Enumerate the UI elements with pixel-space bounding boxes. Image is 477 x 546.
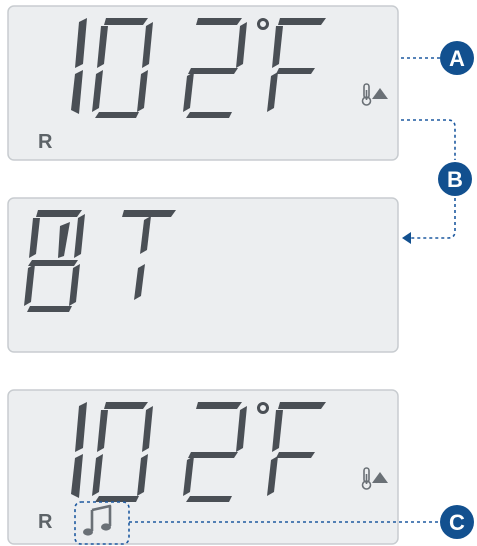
callout-c: C bbox=[440, 505, 474, 539]
callout-b: B bbox=[438, 162, 472, 196]
callout-c-label: C bbox=[449, 510, 465, 535]
callout-b-label: B bbox=[447, 167, 463, 192]
lcd-panel-c: R bbox=[7, 389, 399, 545]
connector-b-lower bbox=[410, 198, 456, 239]
callout-a: A bbox=[440, 41, 474, 75]
mode-indicator-r: R bbox=[38, 511, 53, 533]
connector-b-upper bbox=[401, 119, 456, 160]
diagram-canvas: R R A B C bbox=[7, 5, 474, 545]
arrow-head-icon bbox=[402, 232, 411, 244]
callout-a-label: A bbox=[449, 46, 465, 71]
lcd-panel-a: R bbox=[7, 5, 399, 161]
lcd-panel-b bbox=[7, 197, 399, 353]
mode-indicator-r: R bbox=[38, 131, 53, 153]
